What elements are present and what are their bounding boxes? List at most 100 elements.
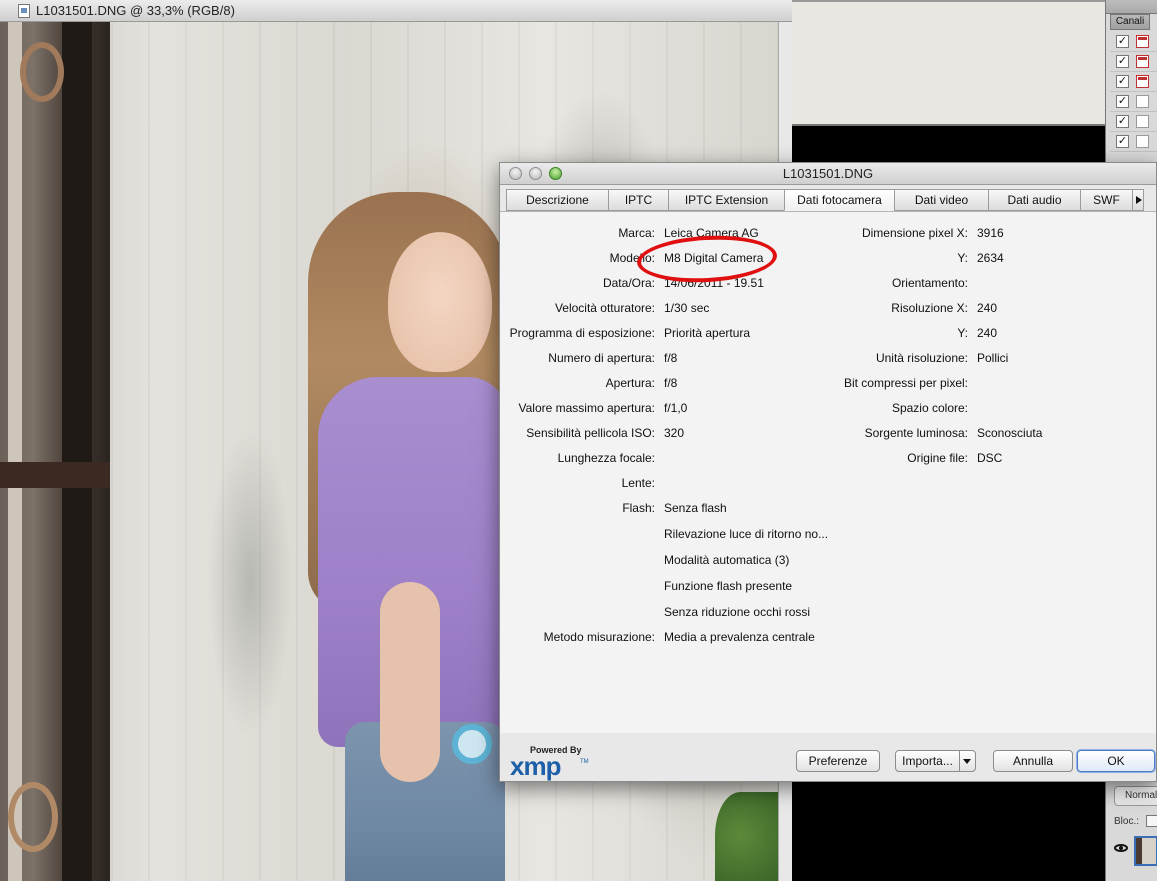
- channel-thumbnail: [1136, 135, 1149, 148]
- field-value-risoluzione-y[interactable]: 240: [977, 326, 997, 340]
- document-titlebar[interactable]: L1031501.DNG @ 33,3% (RGB/8): [0, 0, 792, 22]
- channel-row[interactable]: ✓: [1110, 112, 1157, 132]
- field-label-origine-file: Origine file:: [907, 451, 968, 465]
- photo-gate-bar: [8, 22, 22, 881]
- channel-row[interactable]: ✓: [1110, 72, 1157, 92]
- zoom-window-button[interactable]: [549, 167, 562, 180]
- dialog-title: L1031501.DNG: [782, 166, 874, 181]
- eye-icon[interactable]: [1114, 844, 1128, 852]
- field-value-metodo-misurazione[interactable]: Media a prevalenza centrale: [664, 630, 815, 644]
- xmp-trademark: TM: [580, 759, 589, 765]
- layer-thumbnail[interactable]: [1134, 836, 1157, 866]
- field-label-risoluzione-y: Y:: [957, 326, 968, 340]
- field-label-marca: Marca:: [618, 226, 655, 240]
- top-panel: [792, 0, 1105, 126]
- tabs-scroll-right-icon[interactable]: [1132, 189, 1144, 211]
- photo-gate-ornament: [20, 42, 64, 102]
- photo-gate-crossbar: [0, 462, 110, 488]
- field-value-dimensione-pixel-x[interactable]: 3916: [977, 226, 1004, 240]
- xmp-wordmark: xmp: [510, 751, 561, 781]
- lock-transparency-checkbox[interactable]: [1146, 815, 1157, 827]
- preferences-button[interactable]: Preferenze: [796, 750, 880, 772]
- channel-thumbnail: [1136, 55, 1149, 68]
- checkmark-icon[interactable]: ✓: [1116, 135, 1129, 148]
- tab-swf[interactable]: SWF: [1080, 189, 1132, 211]
- tab-dati-fotocamera[interactable]: Dati fotocamera: [784, 189, 894, 211]
- field-value-sensibilita-iso[interactable]: 320: [664, 426, 684, 440]
- import-button[interactable]: Importa...: [895, 750, 960, 772]
- field-label-programma-esposizione: Programma di esposizione:: [509, 326, 655, 340]
- field-label-unita-risoluzione: Unità risoluzione:: [875, 351, 968, 365]
- field-value-apertura[interactable]: f/8: [664, 376, 677, 390]
- photo-subject-watch: [452, 724, 492, 764]
- field-label-risoluzione-x: Risoluzione X:: [891, 301, 968, 315]
- ok-button[interactable]: OK: [1077, 750, 1155, 772]
- checkmark-icon[interactable]: ✓: [1116, 115, 1129, 128]
- field-value-velocita-otturatore[interactable]: 1/30 sec: [664, 301, 709, 315]
- channel-row[interactable]: ✓: [1110, 132, 1157, 152]
- photo-gate-ornament: [8, 782, 58, 852]
- checkmark-icon[interactable]: ✓: [1116, 75, 1129, 88]
- field-value-programma-esposizione[interactable]: Priorità apertura: [664, 326, 750, 340]
- minimize-window-button[interactable]: [529, 167, 542, 180]
- field-label-numero-apertura: Numero di apertura:: [548, 351, 655, 365]
- field-label-orientamento: Orientamento:: [891, 276, 968, 290]
- file-info-dialog: L1031501.DNG Descrizione IPTC IPTC Exten…: [499, 162, 1157, 782]
- channel-thumbnail: [1136, 95, 1149, 108]
- channels-panel-header[interactable]: [1106, 0, 1157, 14]
- photo-gate-post: [62, 22, 92, 881]
- top-panel-border: [792, 0, 1105, 2]
- photo-bush: [715, 792, 778, 881]
- workspace-background: [792, 126, 1105, 166]
- tab-dati-video[interactable]: Dati video: [894, 189, 988, 211]
- field-label-bit-compressi: Bit compressi per pixel:: [843, 376, 968, 390]
- flash-detail[interactable]: Senza riduzione occhi rossi: [664, 605, 810, 619]
- checkmark-icon[interactable]: ✓: [1116, 35, 1129, 48]
- field-label-sorgente-luminosa: Sorgente luminosa:: [864, 426, 968, 440]
- field-value-risoluzione-x[interactable]: 240: [977, 301, 997, 315]
- field-value-sorgente-luminosa[interactable]: Sconosciuta: [977, 426, 1042, 440]
- field-value-origine-file[interactable]: DSC: [977, 451, 1002, 465]
- xmp-logo: Powered By xmp TM: [510, 745, 590, 781]
- close-window-button[interactable]: [509, 167, 522, 180]
- field-label-apertura: Apertura:: [605, 376, 655, 390]
- channel-row[interactable]: ✓: [1110, 52, 1157, 72]
- channel-thumbnail: [1136, 35, 1149, 48]
- checkmark-icon[interactable]: ✓: [1116, 55, 1129, 68]
- field-label-sensibilita-iso: Sensibilità pellicola ISO:: [526, 426, 655, 440]
- import-menu-chevron-down-icon[interactable]: [959, 750, 976, 772]
- checkmark-icon[interactable]: ✓: [1116, 95, 1129, 108]
- flash-detail[interactable]: Modalità automatica (3): [664, 553, 789, 567]
- flash-detail[interactable]: Rilevazione luce di ritorno no...: [664, 527, 828, 541]
- dialog-tabs: Descrizione IPTC IPTC Extension Dati fot…: [506, 189, 1156, 211]
- field-label-metodo-misurazione: Metodo misurazione:: [543, 630, 655, 644]
- channel-row[interactable]: ✓: [1110, 32, 1157, 52]
- field-label-lente: Lente:: [621, 476, 655, 490]
- field-value-dimensione-pixel-y[interactable]: 2634: [977, 251, 1004, 265]
- tab-iptc[interactable]: IPTC: [608, 189, 668, 211]
- tab-descrizione[interactable]: Descrizione: [506, 189, 608, 211]
- channel-row[interactable]: ✓: [1110, 92, 1157, 112]
- cancel-button[interactable]: Annulla: [993, 750, 1073, 772]
- channel-thumbnail: [1136, 115, 1149, 128]
- photo-subject-arm: [380, 582, 440, 782]
- flash-detail[interactable]: Funzione flash presente: [664, 579, 792, 593]
- field-value-numero-apertura[interactable]: f/8: [664, 351, 677, 365]
- camera-data-panel: [500, 211, 1156, 733]
- photo-subject-face: [388, 232, 492, 372]
- tab-iptc-extension[interactable]: IPTC Extension: [668, 189, 784, 211]
- channel-thumbnail: [1136, 75, 1149, 88]
- lock-label: Bloc.:: [1114, 816, 1140, 827]
- field-value-unita-risoluzione[interactable]: Pollici: [977, 351, 1008, 365]
- field-value-valore-massimo-apertura[interactable]: f/1,0: [664, 401, 687, 415]
- tab-channels[interactable]: Canali: [1110, 14, 1150, 30]
- field-value-flash[interactable]: Senza flash: [664, 501, 727, 515]
- file-icon: [18, 3, 30, 18]
- tab-dati-audio[interactable]: Dati audio: [988, 189, 1080, 211]
- document-title: L1031501.DNG @ 33,3% (RGB/8): [36, 3, 235, 18]
- field-label-valore-massimo-apertura: Valore massimo apertura:: [518, 401, 656, 415]
- field-label-dimensione-pixel-x: Dimensione pixel X:: [861, 226, 968, 240]
- blend-mode-select[interactable]: Normale: [1114, 786, 1157, 806]
- dialog-titlebar[interactable]: L1031501.DNG: [500, 163, 1156, 185]
- layers-panel: Normale Bloc.:: [1105, 782, 1157, 881]
